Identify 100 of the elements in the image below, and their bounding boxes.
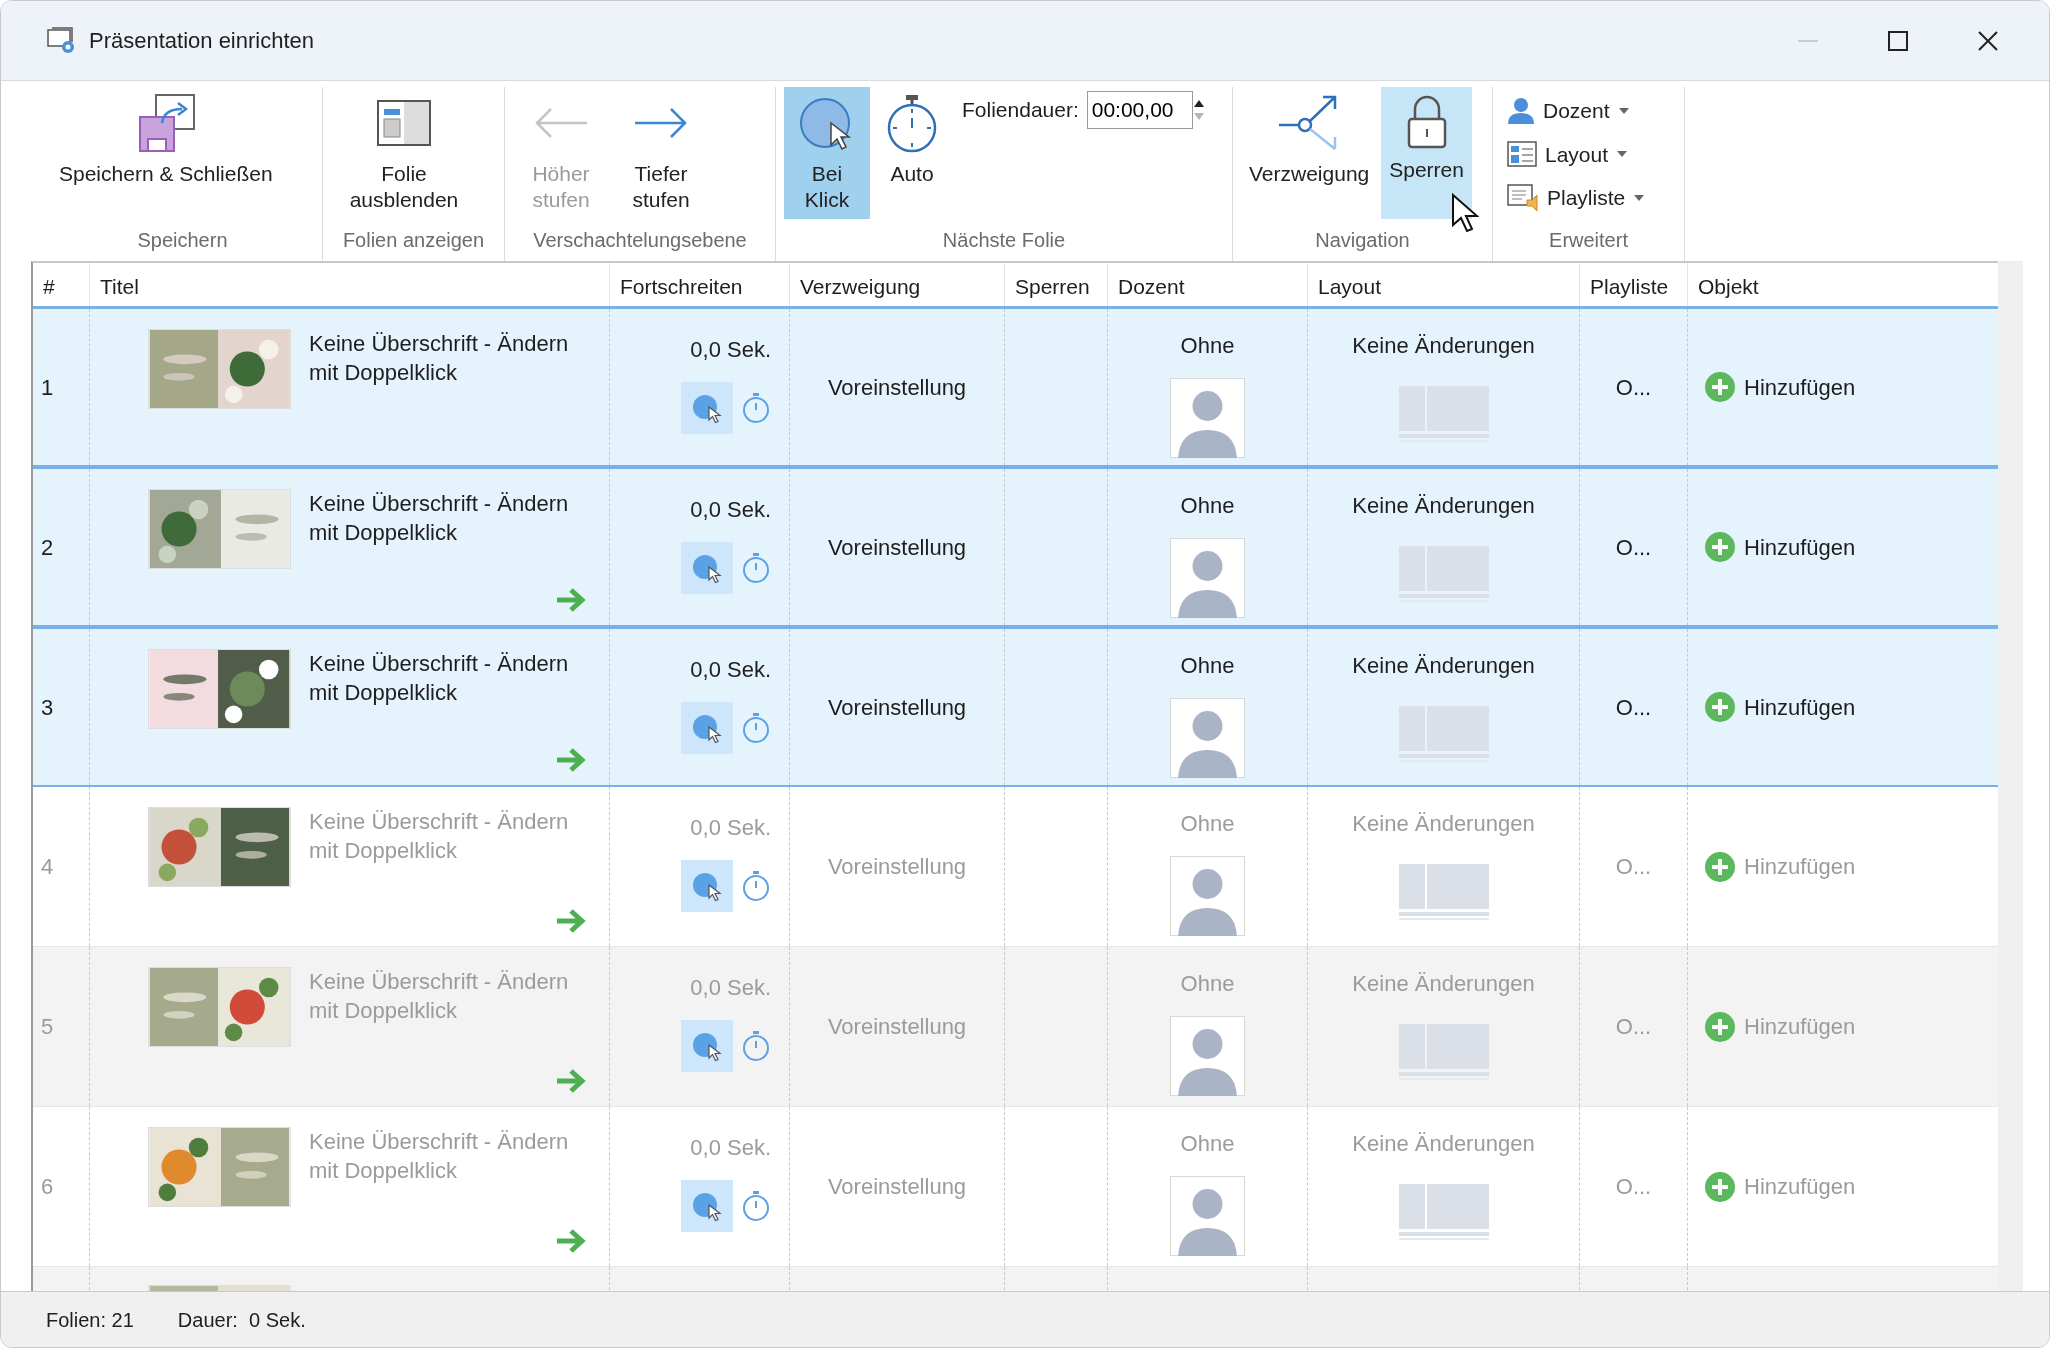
avatar-icon [1170,1016,1245,1096]
timer-button[interactable] [741,870,771,902]
layout-text: Keine Änderungen [1352,652,1535,680]
stopwatch-icon [741,1030,771,1062]
group-label: Nächste Folie [941,228,1067,253]
ribbon-button[interactable]: Bei Klick [784,87,870,219]
layout-text: Keine Änderungen [1352,810,1535,838]
group-label: Speichern [136,228,229,253]
row-number: 1 [41,373,54,402]
click-advance-button[interactable] [681,1180,733,1232]
slide-title[interactable]: Keine Überschrift - Ändern mit Doppelklick [309,649,579,707]
stopwatch-icon [741,1190,771,1222]
click-advance-button[interactable] [681,542,733,594]
stopwatch-icon [741,870,771,902]
dropdown-button[interactable]: Layout [1501,134,1652,174]
add-icon [1704,371,1736,403]
ribbon-button[interactable]: Speichern & Schließen [51,87,281,219]
timer-button[interactable] [741,392,771,424]
click-icon [691,1190,723,1222]
column-header[interactable]: Layout [1308,263,1580,306]
layout-text: Keine Änderungen [1352,970,1535,998]
person-icon [1507,96,1535,125]
row-number: 5 [41,1013,54,1041]
branch-text: Voreinstellung [827,1013,967,1041]
playlist-text: O... [1615,373,1652,402]
click-advance-button[interactable] [681,382,733,434]
timer-button[interactable] [741,552,771,584]
click-icon [691,552,723,584]
click-icon [691,712,723,744]
avatar-icon [1170,698,1245,778]
duration-text: 0,0 Sek. [690,974,771,1002]
group-label: Folien anzeigen [341,228,486,253]
ribbon-button[interactable]: Verzweigung [1241,87,1378,219]
table-row[interactable]: 1 Keine Überschrift - Ändern mit Doppelklick 0,0 Sek. Voreinstellung Ohne Keine Änderungen O... Hinzufügen [33,307,1998,467]
avatar-icon [1170,1176,1245,1256]
column-header[interactable]: Verzweigung [790,263,1005,306]
presenter-text: Ohne [1180,492,1235,520]
click-icon [691,392,723,424]
presenter-text: Ohne [1180,332,1235,360]
slide-title[interactable]: Keine Überschrift - Ändern mit Doppelklick [309,489,579,547]
add-object-link[interactable]: Hinzufügen [1704,690,1856,724]
mouse-pointer-icon [1451,193,1479,233]
branch-text: Voreinstellung [827,533,967,562]
group-label: Navigation [1314,228,1411,253]
presenter-text: Ohne [1180,1130,1235,1158]
click-advance-button[interactable] [681,1020,733,1072]
add-icon [1704,1170,1736,1203]
column-header[interactable]: # [33,263,90,306]
column-header[interactable]: Sperren [1005,263,1108,306]
presenter-text: Ohne [1180,810,1235,838]
avatar-icon [1170,378,1245,458]
playlist-text: O... [1615,1013,1652,1041]
dropdown-button[interactable]: Dozent [1501,91,1652,131]
branch-text: Voreinstellung [827,373,967,402]
click-icon [691,870,723,902]
playlist-text: O... [1615,853,1652,881]
click-advance-button[interactable] [681,702,733,754]
click-advance-button[interactable] [681,860,733,912]
timer-button[interactable] [741,712,771,744]
slide-count: Folien: 21 [46,1307,134,1333]
caret-icon [1616,150,1629,159]
ribbon-button[interactable]: Folie ausblenden [331,87,477,219]
branch-text: Voreinstellung [827,853,967,881]
column-header[interactable]: Dozent [1108,263,1308,306]
column-header[interactable]: Titel [90,263,610,306]
caret-icon [1617,106,1630,115]
presenter-text: Ohne [1180,652,1235,680]
timer-button[interactable] [741,1030,771,1062]
layout-preview-icon [1398,1024,1489,1080]
column-header[interactable]: Fortschreiten [610,263,790,306]
dropdown-button[interactable]: Playliste [1501,178,1652,218]
ribbon-button[interactable]: Sperren [1381,87,1472,219]
duration-field[interactable]: 00:00,00 [1086,91,1193,129]
screen-gear-icon [47,26,77,55]
click-icon [691,1030,723,1062]
duration-label: Foliendauer: [962,97,1079,123]
table-row[interactable]: 3 Keine Überschrift - Ändern mit Doppelklick 0,0 Sek. Voreinstellung Ohne Keine Änderungen O... Hinzufügen [33,627,1998,787]
timer-button[interactable] [741,1190,771,1222]
column-header[interactable]: Playliste [1580,263,1688,306]
add-object-link[interactable]: Hinzufügen [1704,530,1856,564]
layout-preview-icon [1398,864,1489,920]
presenter-text: Ohne [1180,970,1235,998]
playlist-text: O... [1615,693,1652,722]
layout-text: Keine Änderungen [1352,332,1535,360]
slide-title[interactable]: Keine Überschrift - Ändern mit Doppelklick [309,329,579,387]
caret-icon [1633,193,1646,202]
layout-text: Keine Änderungen [1352,492,1535,520]
table-row[interactable]: 2 Keine Überschrift - Ändern mit Doppelklick 0,0 Sek. Voreinstellung Ohne Keine Änderungen O... Hinzufügen [33,467,1998,627]
row-number: 4 [41,853,54,881]
add-object-link[interactable]: Hinzufügen [1704,370,1856,404]
total-duration: Dauer: 0 Sek. [177,1307,306,1333]
duration-text: 0,0 Sek. [690,814,771,842]
ribbon-button[interactable]: Tiefer stufen [613,87,709,219]
stopwatch-icon [741,552,771,584]
ribbon-button[interactable]: Auto [874,87,950,219]
playlist-text: O... [1615,533,1652,562]
group-label: Verschachtelungsebene [532,228,748,253]
playlist-icon [1507,183,1539,212]
add-icon [1704,531,1736,563]
stopwatch-icon [741,392,771,424]
